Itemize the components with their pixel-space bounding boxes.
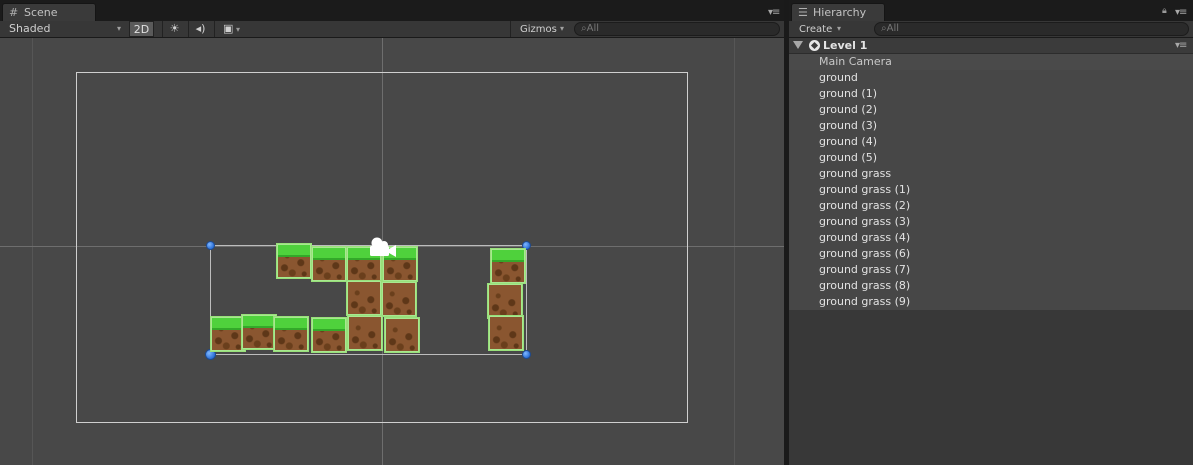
list-item[interactable]: ground grass (4) xyxy=(819,230,910,246)
ground-grass-tile[interactable] xyxy=(276,243,312,279)
hierarchy-list: Main Camera ground ground (1) ground (2)… xyxy=(789,54,1193,310)
hierarchy-empty-area[interactable] xyxy=(789,310,1193,465)
rect-handle-bottom-right[interactable] xyxy=(522,350,531,359)
list-item[interactable]: ground (5) xyxy=(819,150,877,166)
scene-menu-icon[interactable]: ▾≡ xyxy=(1175,40,1187,51)
panel-menu-icon[interactable]: ▾≡ xyxy=(1175,7,1187,18)
ground-grass-tile[interactable] xyxy=(273,316,309,352)
list-item[interactable]: ground grass (1) xyxy=(819,182,910,198)
ground-tile[interactable] xyxy=(384,317,420,353)
audio-toggle[interactable]: ◂) xyxy=(188,21,212,37)
image-effects-icon: ▣ xyxy=(223,22,234,35)
list-item[interactable]: ground xyxy=(819,70,858,86)
list-item[interactable]: ground grass (7) xyxy=(819,262,910,278)
scene-viewport[interactable] xyxy=(0,38,784,465)
audio-icon: ◂) xyxy=(195,22,206,35)
grid-line xyxy=(32,38,33,465)
scene-panel: # Scene ▾≡ Shaded ▾ 2D ☀ ◂) ▣ ▾ Gizmos ▾ … xyxy=(0,0,784,465)
ground-tile[interactable] xyxy=(347,315,383,351)
ground-grass-tile[interactable] xyxy=(490,248,526,284)
chevron-down-icon: ▾ xyxy=(836,24,841,33)
list-item[interactable]: ground grass xyxy=(819,166,891,182)
shading-mode-dropdown[interactable]: Shaded ▾ xyxy=(0,21,125,37)
lock-icon[interactable]: 🔒︎ xyxy=(1162,6,1167,16)
panel-menu-icon[interactable]: ▾≡ xyxy=(768,7,780,18)
ground-tile[interactable] xyxy=(487,283,523,319)
gizmos-dropdown[interactable]: Gizmos ▾ xyxy=(510,21,568,37)
camera-gizmo-icon[interactable] xyxy=(366,236,398,258)
ground-grass-tile[interactable] xyxy=(241,314,277,350)
list-item[interactable]: ground grass (3) xyxy=(819,214,910,230)
rect-handle-top-left[interactable] xyxy=(206,241,215,250)
tab-hierarchy[interactable]: ☰ Hierarchy xyxy=(791,3,885,21)
hierarchy-tabstrip: ☰ Hierarchy 🔒︎ ▾≡ xyxy=(789,0,1193,21)
hierarchy-search-input[interactable]: ⌕All xyxy=(874,22,1189,36)
scene-tabstrip: # Scene ▾≡ xyxy=(0,0,784,21)
list-item[interactable]: ground grass (2) xyxy=(819,198,910,214)
effects-dropdown[interactable]: ▣ ▾ xyxy=(214,21,248,37)
list-icon: ☰ xyxy=(798,6,808,19)
grid-icon: # xyxy=(9,6,19,19)
2d-mode-button[interactable]: 2D xyxy=(129,21,154,37)
list-item[interactable]: ground grass (6) xyxy=(819,246,910,262)
ground-grass-tile[interactable] xyxy=(311,246,347,282)
list-item[interactable]: ground (4) xyxy=(819,134,877,150)
list-item[interactable]: ground (3) xyxy=(819,118,877,134)
list-item[interactable]: ground (1) xyxy=(819,86,877,102)
ground-tile[interactable] xyxy=(381,281,417,317)
scene-name: Level 1 xyxy=(823,39,868,52)
ground-tile[interactable] xyxy=(488,315,524,351)
chevron-down-icon: ▾ xyxy=(559,24,564,33)
create-dropdown[interactable]: Create ▾ xyxy=(789,21,845,37)
list-item[interactable]: Main Camera xyxy=(819,54,892,70)
scene-search-input[interactable]: ⌕All xyxy=(574,22,780,36)
scene-header-row[interactable]: Level 1 ▾≡ xyxy=(789,38,1193,54)
grid-line xyxy=(734,38,735,465)
list-item[interactable]: ground (2) xyxy=(819,102,877,118)
list-item[interactable]: ground grass (8) xyxy=(819,278,910,294)
tab-scene[interactable]: # Scene xyxy=(2,3,96,21)
ground-tile[interactable] xyxy=(346,280,382,316)
hierarchy-toolbar: Create ▾ ⌕All xyxy=(789,21,1193,38)
hierarchy-panel: ☰ Hierarchy 🔒︎ ▾≡ Create ▾ ⌕All Level 1 ▾… xyxy=(789,0,1193,465)
list-item[interactable]: ground grass (9) xyxy=(819,294,910,310)
scene-toolbar: Shaded ▾ 2D ☀ ◂) ▣ ▾ Gizmos ▾ ⌕All xyxy=(0,21,784,38)
ground-grass-tile[interactable] xyxy=(311,317,347,353)
chevron-down-icon: ▾ xyxy=(116,24,121,33)
foldout-triangle-icon[interactable] xyxy=(793,41,803,49)
lighting-toggle[interactable]: ☀ xyxy=(162,21,186,37)
unity-scene-icon xyxy=(809,40,820,51)
sun-icon: ☀ xyxy=(169,22,180,35)
